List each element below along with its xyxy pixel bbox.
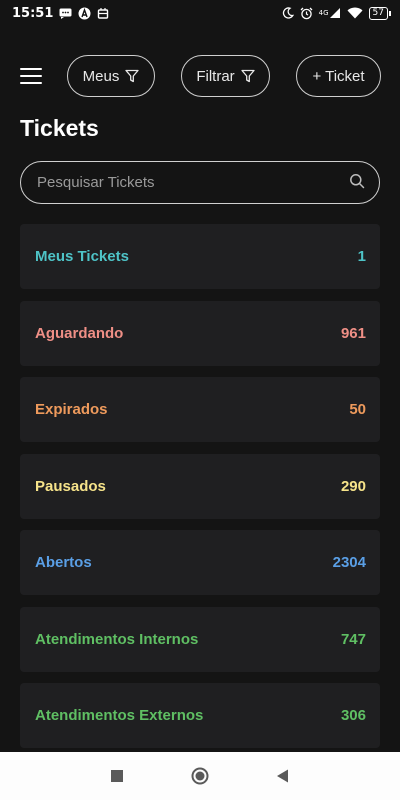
category-count: 290 — [340, 477, 366, 495]
mobile-signal-icon: 4G — [319, 7, 341, 19]
category-card-expirados[interactable]: Expirados 50 — [20, 377, 380, 442]
network-type-label: 4G — [318, 9, 329, 17]
meus-filter-button[interactable]: Meus — [67, 55, 155, 97]
filtrar-button[interactable]: Filtrar — [181, 55, 270, 97]
filter-funnel-icon — [125, 69, 139, 83]
search-input[interactable] — [37, 174, 349, 191]
battery-icon: 57 — [368, 6, 392, 20]
filter-funnel-icon — [241, 69, 255, 83]
system-navigation-bar — [0, 752, 400, 800]
category-card-abertos[interactable]: Abertos 2304 — [20, 530, 380, 595]
category-label: Aguardando — [35, 324, 124, 342]
robot-notification-icon — [97, 7, 109, 20]
category-label: Atendimentos Externos — [35, 707, 204, 724]
status-bar: 15:51 4G 57 — [0, 0, 400, 26]
category-count: 2304 — [332, 554, 366, 571]
status-right: 4G 57 — [282, 6, 392, 20]
category-label: Meus Tickets — [35, 248, 129, 265]
status-time: 15:51 — [12, 5, 54, 21]
page-title: Tickets — [20, 115, 99, 141]
top-toolbar: Meus Filtrar + Ticket — [0, 55, 400, 99]
category-count: 747 — [340, 630, 366, 648]
filtrar-label: Filtrar — [196, 67, 235, 85]
category-label: Abertos — [35, 554, 92, 571]
ticket-category-list: Meus Tickets 1 Aguardando 961 Expirados … — [20, 224, 380, 760]
category-count: 1 — [357, 248, 366, 265]
search-icon[interactable] — [349, 173, 365, 193]
home-circle-icon[interactable] — [190, 766, 210, 786]
category-card-atendimentos-externos[interactable]: Atendimentos Externos 306 — [20, 683, 380, 748]
category-label: Pausados — [35, 477, 106, 495]
message-notification-icon — [59, 8, 72, 19]
category-card-pausados[interactable]: Pausados 290 — [20, 453, 380, 519]
category-card-atendimentos-internos[interactable]: Atendimentos Internos 747 — [20, 606, 380, 672]
category-count: 961 — [340, 324, 366, 342]
category-label: Atendimentos Internos — [35, 630, 199, 648]
do-not-disturb-moon-icon — [282, 7, 294, 19]
meus-filter-label: Meus — [82, 67, 120, 85]
category-count: 306 — [340, 707, 366, 724]
category-label: Expirados — [35, 401, 108, 418]
category-count: 50 — [349, 401, 366, 418]
back-triangle-icon[interactable] — [272, 766, 292, 786]
wifi-icon — [347, 7, 363, 19]
hamburger-icon-line — [20, 68, 42, 70]
hamburger-menu-button[interactable] — [20, 68, 42, 86]
add-ticket-button[interactable]: + Ticket — [296, 55, 381, 97]
recents-square-icon[interactable] — [107, 766, 127, 786]
hamburger-icon-line — [20, 82, 42, 84]
category-card-aguardando[interactable]: Aguardando 961 — [20, 300, 380, 366]
search-box[interactable] — [20, 161, 380, 204]
alarm-clock-icon — [300, 7, 313, 20]
category-card-meus-tickets[interactable]: Meus Tickets 1 — [20, 224, 380, 289]
app-a-notification-icon — [78, 7, 91, 20]
status-left: 15:51 — [12, 6, 109, 21]
add-ticket-label: + Ticket — [312, 67, 365, 85]
hamburger-icon-line — [20, 75, 42, 77]
